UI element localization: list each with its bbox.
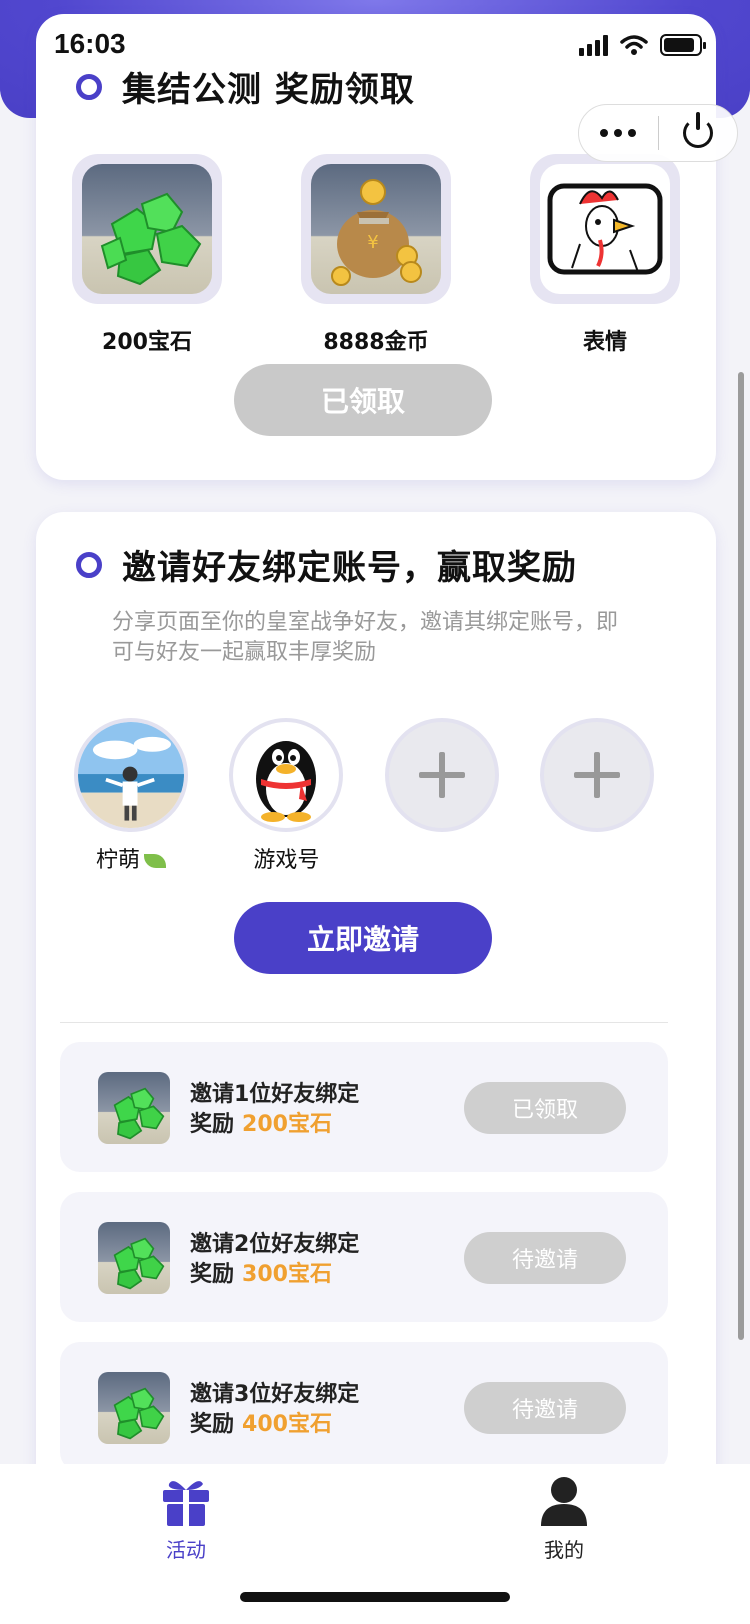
signal-icon — [579, 34, 608, 56]
invite-card: 邀请好友绑定账号，赢取奖励 分享页面至你的皇室战争好友，邀请其绑定账号，即可与好… — [36, 512, 716, 1624]
friend-avatars: 柠萌 游戏号 — [74, 718, 654, 874]
gems-icon — [98, 1072, 170, 1144]
tier-reward: 奖励 200宝石 — [190, 1112, 332, 1137]
add-icon — [418, 752, 465, 798]
tab-label: 我的 — [544, 1538, 584, 1562]
tier-status-button[interactable]: 待邀请 — [464, 1232, 626, 1284]
section-title-reward: 集结公测 奖励领取 — [76, 62, 415, 111]
add-friend-button[interactable] — [384, 718, 499, 832]
invite-description: 分享页面至你的皇室战争好友，邀请其绑定账号，即可与好友一起赢取丰厚奖励 — [112, 610, 619, 665]
tier-status-button[interactable]: 已领取 — [464, 1082, 626, 1134]
ring-icon — [76, 551, 102, 578]
tier-status-button[interactable]: 待邀请 — [464, 1382, 626, 1434]
reward-name: 8888金币 — [323, 330, 429, 355]
coin-bag-icon: ¥ — [311, 164, 441, 294]
svg-text:¥: ¥ — [367, 232, 378, 253]
user-avatar — [74, 718, 188, 832]
friend-name: 柠萌 — [96, 842, 166, 874]
gift-icon — [163, 1481, 209, 1526]
tier-condition: 邀请3位好友绑定 — [190, 1382, 360, 1407]
reward-list: 200宝石 ¥ 8888金币 表情 — [72, 154, 680, 356]
tier-row: 邀请2位好友绑定 奖励 300宝石 待邀请 — [60, 1192, 668, 1322]
tier-row: 邀请1位好友绑定 奖励 200宝石 已领取 — [60, 1042, 668, 1172]
empty-friend-slot[interactable] — [539, 718, 654, 874]
reward-frame — [72, 154, 222, 304]
tab-mine[interactable]: 我的 — [504, 1474, 624, 1563]
gems-icon — [98, 1222, 170, 1294]
reward-frame — [530, 154, 680, 304]
friend-slot[interactable]: 柠萌 — [74, 718, 188, 874]
invite-now-button[interactable]: 立即邀请 — [234, 902, 492, 974]
status-icons — [579, 34, 706, 56]
ring-icon — [76, 73, 102, 100]
claimed-button[interactable]: 已领取 — [234, 364, 492, 436]
more-dots-icon — [600, 129, 637, 137]
tier-condition: 邀请2位好友绑定 — [190, 1232, 360, 1257]
status-bar: 16:03 — [36, 28, 716, 68]
reward-item-coins: ¥ 8888金币 — [301, 154, 451, 356]
more-button[interactable] — [579, 105, 658, 161]
invite-title: 邀请好友绑定账号，赢取奖励 — [122, 548, 577, 588]
tier-reward: 奖励 300宝石 — [190, 1262, 332, 1287]
tier-reward: 奖励 400宝石 — [190, 1412, 332, 1437]
scrollbar[interactable] — [738, 372, 744, 1340]
reward-name: 200宝石 — [102, 330, 192, 355]
close-button[interactable] — [659, 105, 738, 161]
reward-item-emote: 表情 — [530, 154, 680, 356]
tier-row: 邀请3位好友绑定 奖励 400宝石 待邀请 — [60, 1342, 668, 1472]
person-icon — [541, 1477, 587, 1526]
friend-name: 游戏号 — [253, 848, 320, 873]
reward-title: 集结公测 奖励领取 — [122, 70, 415, 110]
tab-label: 活动 — [166, 1538, 206, 1562]
leaf-icon — [144, 854, 166, 868]
empty-friend-slot[interactable] — [384, 718, 499, 874]
add-icon — [573, 752, 620, 798]
friend-slot[interactable]: 游戏号 — [229, 718, 344, 874]
battery-icon — [660, 34, 706, 56]
reward-card: 集结公测 奖励领取 200宝石 ¥ 8888金币 表情 已领取 — [36, 14, 716, 480]
reward-item-gems: 200宝石 — [72, 154, 222, 356]
divider — [60, 1022, 668, 1023]
reward-frame: ¥ — [301, 154, 451, 304]
gems-icon — [82, 164, 212, 294]
home-indicator — [240, 1592, 510, 1602]
qq-penguin-icon — [229, 718, 344, 832]
chicken-emote-icon — [540, 164, 670, 294]
power-icon — [682, 118, 713, 148]
add-friend-button[interactable] — [539, 718, 654, 832]
reward-name: 表情 — [582, 330, 627, 355]
gems-icon — [98, 1372, 170, 1444]
wifi-icon — [620, 35, 648, 55]
tab-activity[interactable]: 活动 — [126, 1474, 246, 1563]
section-title-invite: 邀请好友绑定账号，赢取奖励 — [76, 540, 577, 589]
mini-program-capsule — [578, 104, 738, 162]
tier-condition: 邀请1位好友绑定 — [190, 1082, 360, 1107]
status-time: 16:03 — [54, 28, 126, 59]
